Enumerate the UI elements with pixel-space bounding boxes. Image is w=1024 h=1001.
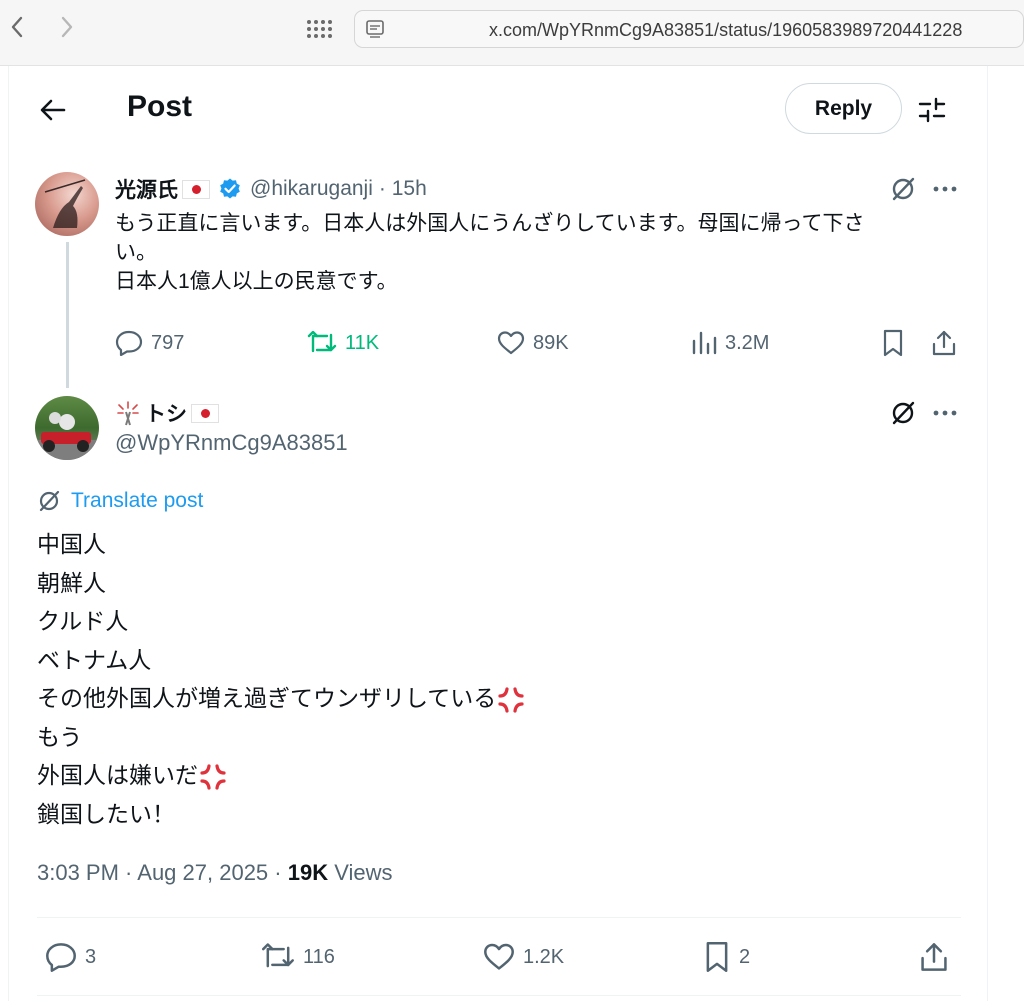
post-time[interactable]: · 15h bbox=[379, 177, 427, 201]
author-row: 光源氏 @hikaruganji · 15h bbox=[115, 174, 427, 204]
post-text-line: 中国人 bbox=[37, 531, 106, 557]
japan-flag-icon bbox=[191, 403, 219, 423]
more-icon[interactable] bbox=[931, 399, 959, 427]
url-text: x.com/WpYRnmCg9A83851/status/19605839897… bbox=[489, 20, 963, 40]
divider bbox=[37, 917, 961, 918]
page-icon bbox=[365, 19, 385, 39]
repost-action[interactable]: 116 bbox=[261, 941, 335, 973]
verified-badge-icon[interactable] bbox=[218, 177, 242, 201]
post-text-line: もう正直に言います。日本人は外国人にうんざりしています。母国に帰って下さ bbox=[115, 212, 865, 235]
bookmark-icon[interactable] bbox=[881, 327, 905, 359]
like-action[interactable]: 1.2K bbox=[483, 941, 564, 973]
post-text-line-with-emoji: 外国人は嫌いだ bbox=[37, 756, 526, 795]
reply-action[interactable]: 3 bbox=[45, 941, 96, 973]
grok-icon[interactable] bbox=[889, 399, 917, 427]
post-text-line-with-emoji: その他外国人が増え過ぎてウンザリしている bbox=[37, 679, 526, 718]
forward-arrow-icon[interactable] bbox=[52, 12, 82, 42]
repost-count: 11K bbox=[345, 331, 380, 354]
views-action[interactable]: 3.2M bbox=[691, 327, 769, 359]
post-timestamp[interactable]: 3:03 PM · Aug 27, 2025 · bbox=[37, 860, 288, 885]
divider bbox=[37, 995, 961, 996]
anger-emoji-icon bbox=[496, 685, 526, 715]
post-text-line: クルド人 bbox=[37, 608, 129, 634]
post-text-line: い。 bbox=[115, 241, 157, 264]
views-icon bbox=[692, 331, 717, 355]
post-text-line: ベトナム人 bbox=[37, 646, 152, 673]
display-name[interactable]: トシ bbox=[145, 398, 187, 428]
page-title: Post bbox=[127, 90, 193, 123]
bookmark-icon bbox=[706, 942, 728, 972]
repost-action[interactable]: 11K bbox=[307, 327, 379, 359]
japan-flag-icon bbox=[182, 179, 210, 199]
sparkler-icon bbox=[115, 400, 141, 426]
post-page: Post Reply 光源氏 @hikaruganji · 15h もう正直に言… bbox=[8, 66, 988, 1001]
reply-count: 3 bbox=[85, 945, 97, 968]
repost-icon bbox=[262, 943, 294, 968]
anger-emoji-icon bbox=[198, 762, 228, 792]
address-bar[interactable]: x.com/WpYRnmCg9A83851/status/19605839897… bbox=[354, 10, 1024, 48]
display-name[interactable]: 光源氏 bbox=[115, 174, 178, 204]
views-label: Views bbox=[328, 860, 393, 885]
post-text: 中国人 朝鮮人 クルド人 ベトナム人 その他外国人が増え過ぎてウンザリしている … bbox=[37, 525, 526, 833]
views-count: 3.2M bbox=[725, 331, 770, 354]
post-text-line: 朝鮮人 bbox=[37, 569, 106, 596]
translate-icon bbox=[39, 490, 60, 512]
like-icon bbox=[484, 943, 514, 970]
back-arrow-icon[interactable] bbox=[2, 12, 32, 42]
repost-count: 116 bbox=[303, 945, 335, 968]
reply-count: 797 bbox=[151, 331, 185, 354]
thread-connector bbox=[66, 242, 69, 388]
reply-icon bbox=[115, 330, 143, 356]
translate-label[interactable]: Translate post bbox=[71, 489, 203, 513]
repost-icon bbox=[307, 331, 337, 353]
more-icon[interactable] bbox=[931, 175, 959, 203]
settings-sliders-icon[interactable] bbox=[915, 94, 949, 126]
back-arrow-icon[interactable] bbox=[37, 94, 69, 126]
post-metadata: 3:03 PM · Aug 27, 2025 · 19K Views bbox=[37, 860, 392, 886]
post-text-line: 鎖国したい！ bbox=[37, 800, 175, 827]
handle[interactable]: @WpYRnmCg9A83851 bbox=[115, 430, 348, 456]
grid-icon[interactable] bbox=[302, 14, 336, 44]
post-text-line: 外国人は嫌いだ bbox=[37, 762, 198, 788]
browser-toolbar: x.com/WpYRnmCg9A83851/status/19605839897… bbox=[0, 0, 1024, 66]
handle[interactable]: @hikaruganji bbox=[250, 177, 373, 201]
post-text-line: 日本人1億人以上の民意です。 bbox=[115, 270, 398, 293]
post-text-line: その他外国人が増え過ぎてウンザリしている bbox=[37, 685, 497, 711]
post-text: もう正直に言います。日本人は外国人にうんざりしています。母国に帰って下さ い。 … bbox=[115, 209, 945, 296]
share-icon[interactable] bbox=[931, 327, 957, 359]
like-count: 1.2K bbox=[523, 945, 565, 968]
views-count: 19K bbox=[287, 860, 329, 885]
reply-action[interactable]: 797 bbox=[115, 327, 184, 359]
author-row: トシ bbox=[115, 398, 219, 428]
reply-icon bbox=[46, 943, 76, 972]
like-icon bbox=[497, 331, 525, 355]
avatar[interactable] bbox=[35, 396, 99, 460]
avatar[interactable] bbox=[35, 172, 99, 236]
reply-button[interactable]: Reply bbox=[785, 83, 902, 134]
post-text-line: もう bbox=[37, 723, 83, 750]
bookmark-action[interactable]: 2 bbox=[703, 941, 750, 973]
translate-post-link[interactable]: Translate post bbox=[37, 489, 203, 513]
grok-icon[interactable] bbox=[889, 175, 917, 203]
like-count: 89K bbox=[533, 331, 569, 354]
bookmark-count: 2 bbox=[739, 945, 751, 968]
share-icon[interactable] bbox=[919, 941, 949, 973]
like-action[interactable]: 89K bbox=[497, 327, 569, 359]
